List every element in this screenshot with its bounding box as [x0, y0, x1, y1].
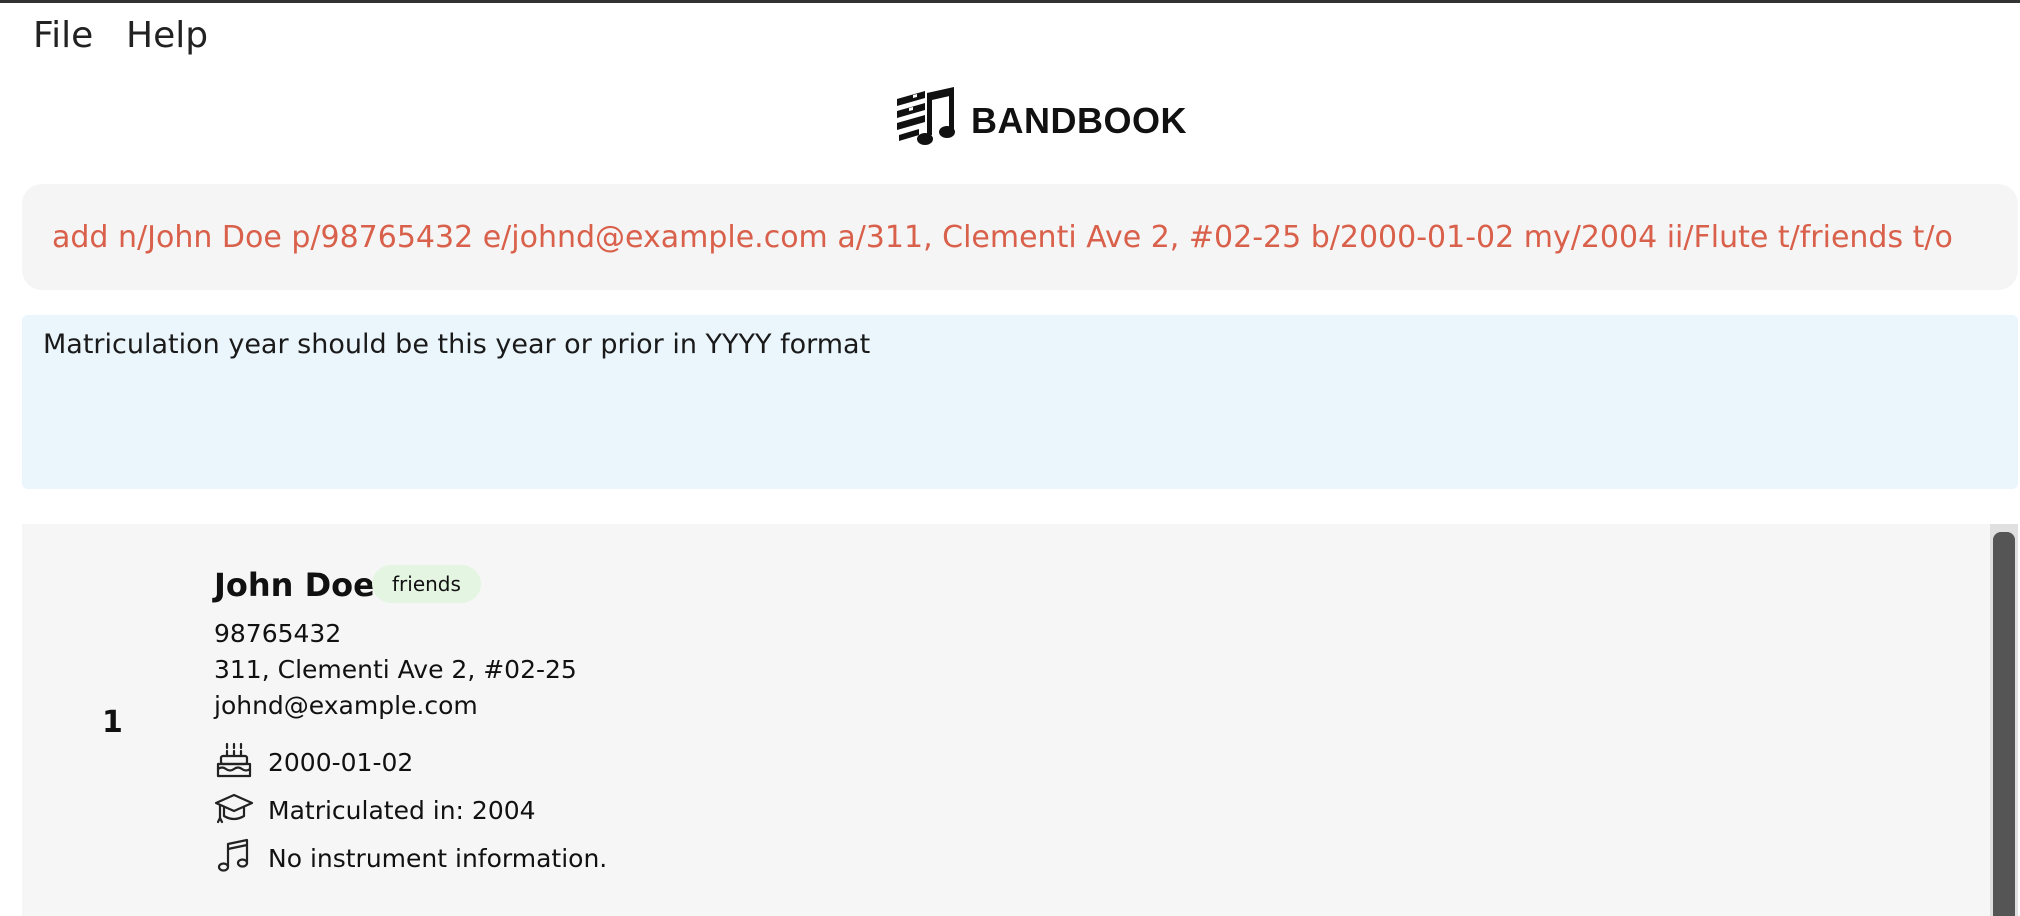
menu-file[interactable]: File	[33, 15, 93, 56]
brand-name: BANDBOOK	[971, 100, 1187, 141]
birthday-cake-icon	[214, 740, 254, 784]
music-note-icon	[214, 836, 254, 880]
menu-help[interactable]: Help	[126, 15, 208, 56]
matriculation-row: Matriculated in: 2004	[214, 790, 536, 830]
person-name: John Doe	[214, 566, 375, 604]
menu-bar: File Help	[0, 3, 2020, 69]
person-address: 311, Clementi Ave 2, #02-25	[214, 655, 577, 684]
brand-header: BANDBOOK	[895, 87, 1187, 155]
card-index: 1	[102, 705, 123, 740]
person-email: johnd@example.com	[214, 691, 478, 720]
list-scrollbar-thumb[interactable]	[1993, 532, 2015, 916]
person-birthday: 2000-01-02	[268, 747, 414, 777]
command-box	[22, 184, 2018, 290]
instrument-row: No instrument information.	[214, 838, 607, 878]
command-input[interactable]	[52, 214, 2010, 260]
birthday-row: 2000-01-02	[214, 742, 413, 782]
person-instrument: No instrument information.	[268, 843, 608, 873]
result-display[interactable]: Matriculation year should be this year o…	[22, 315, 2018, 489]
person-matriculation: Matriculated in: 2004	[268, 795, 536, 825]
music-notes-logo-icon	[895, 87, 957, 155]
person-phone: 98765432	[214, 619, 342, 648]
result-message: Matriculation year should be this year o…	[43, 329, 871, 360]
graduation-cap-icon	[214, 788, 254, 832]
tag-badge: friends	[372, 565, 481, 603]
